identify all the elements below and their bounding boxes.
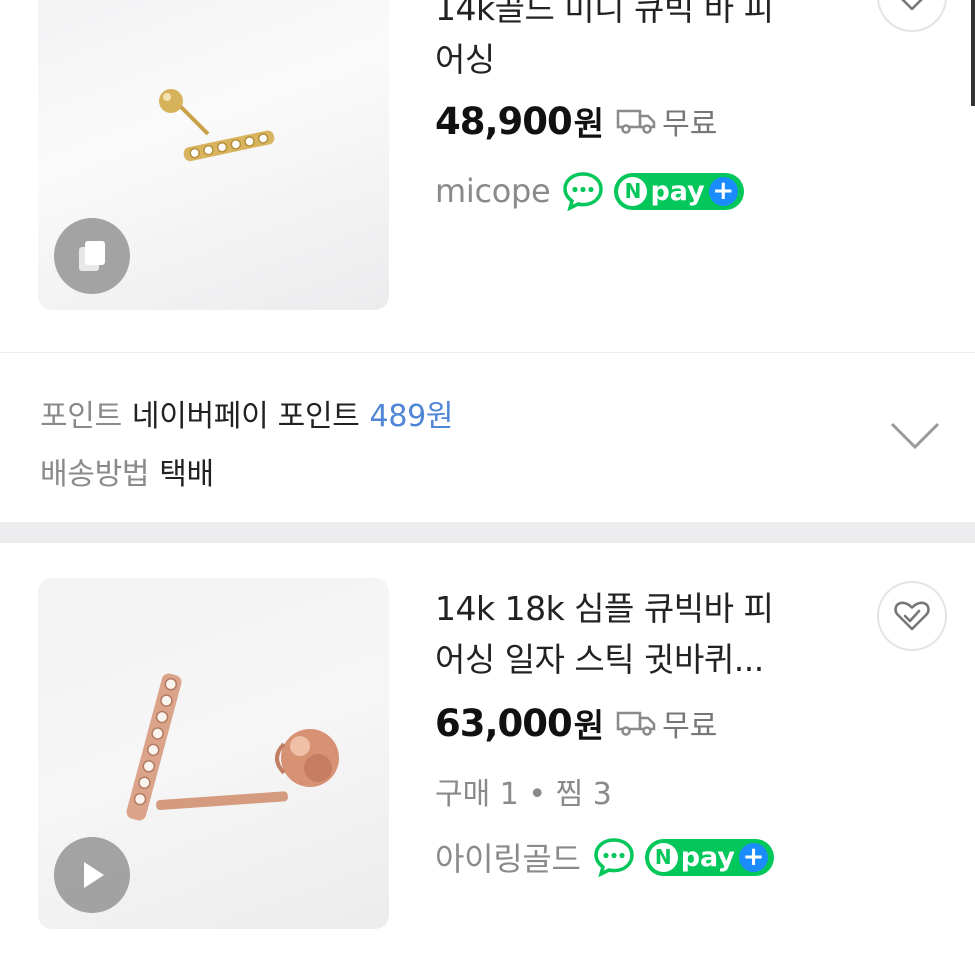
product-thumbnail[interactable]: [38, 0, 389, 310]
seller-name[interactable]: micope: [435, 172, 551, 210]
wishlist-button[interactable]: [877, 581, 947, 651]
wishlist-button[interactable]: [877, 0, 947, 32]
delivery-value: 택배: [159, 457, 214, 492]
npay-plus-badge: N pay +: [614, 172, 744, 210]
currency-label: 원: [573, 104, 605, 143]
heart-check-icon: [894, 601, 930, 631]
point-amount: 489원: [369, 399, 454, 434]
npay-label: pay: [680, 841, 736, 873]
delivery-label: 배송방법: [40, 457, 150, 492]
section-divider: [0, 522, 975, 543]
product-title[interactable]: 14k골드 미니 큐빅 바 피: [435, 0, 855, 34]
shipping-info: 무료: [616, 99, 717, 143]
point-value: 네이버페이 포인트: [131, 399, 360, 434]
purchase-wish-stats: 구매 1 • 찜 3: [435, 777, 612, 812]
shipping-text: 무료: [662, 107, 718, 142]
product-card[interactable]: 14k골드 미니 큐빅 바 피 어싱 48,900 원 무료 micope N …: [0, 0, 975, 352]
talk-talk-icon[interactable]: [593, 837, 635, 877]
npay-plus-badge: N pay +: [644, 838, 775, 876]
npay-plus-icon: +: [708, 176, 738, 206]
product-title-cont[interactable]: 어싱: [435, 34, 855, 85]
product-price: 63,000: [435, 701, 573, 745]
product-title[interactable]: 14k 18k 심플 큐빅바 피: [435, 583, 855, 634]
point-row: 포인트 네이버페이 포인트 489원: [40, 391, 454, 435]
npay-plus-icon: +: [739, 842, 769, 872]
play-icon[interactable]: [54, 837, 130, 913]
product-thumbnail[interactable]: [38, 578, 389, 929]
seller-name[interactable]: 아이링골드: [435, 834, 581, 880]
truck-icon: [616, 109, 656, 134]
scrollbar[interactable]: [971, 0, 975, 106]
copy-icon[interactable]: [54, 218, 130, 294]
product-price: 48,900: [435, 99, 573, 143]
delivery-row: 배송방법 택배: [40, 449, 214, 493]
npay-n-logo: N: [618, 176, 648, 206]
npay-n-logo: N: [648, 842, 678, 872]
npay-label: pay: [650, 175, 705, 207]
product-card[interactable]: 14k 18k 심플 큐빅바 피 어싱 일자 스틱 귓바퀴... 63,000 …: [0, 543, 975, 975]
shipping-text: 무료: [662, 709, 718, 744]
point-label: 포인트: [40, 399, 122, 434]
purchase-detail-panel[interactable]: 포인트 네이버페이 포인트 489원 배송방법 택배: [0, 352, 975, 522]
truck-icon: [616, 711, 656, 736]
chevron-down-icon[interactable]: [889, 421, 941, 451]
heart-check-icon: [901, 0, 923, 11]
shipping-info: 무료: [616, 701, 717, 745]
talk-talk-icon[interactable]: [562, 171, 604, 211]
product-title-cont[interactable]: 어싱 일자 스틱 귓바퀴...: [435, 634, 855, 685]
currency-label: 원: [573, 706, 605, 745]
